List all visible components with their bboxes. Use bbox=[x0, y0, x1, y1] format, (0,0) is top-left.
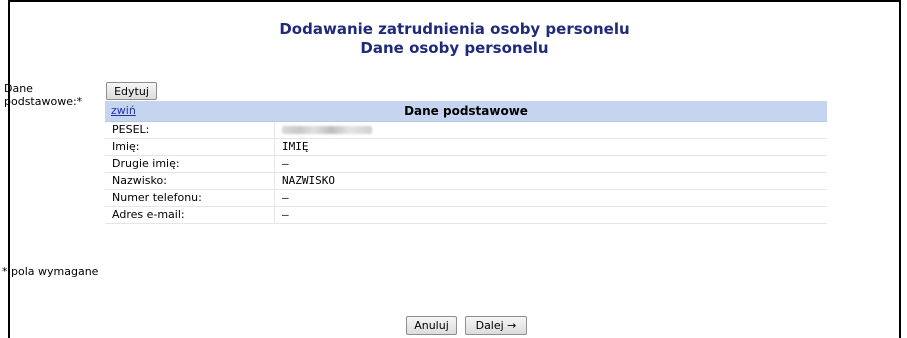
row-value: – bbox=[274, 206, 827, 224]
row-label: Drugie imię: bbox=[105, 155, 275, 173]
table-row-pesel: PESEL: bbox=[105, 122, 827, 139]
basic-data-field-label: Dane podstawowe:* bbox=[4, 82, 83, 108]
table-row-first-name: Imię: IMIĘ bbox=[105, 138, 827, 156]
page-title-line-1: Dodawanie zatrudnienia osoby personelu bbox=[279, 20, 630, 38]
basic-data-table: PESEL: Imię: IMIĘ Drugie imię: – Nazwisk… bbox=[105, 122, 827, 224]
row-label: Nazwisko: bbox=[105, 172, 275, 190]
panel-title: Dane podstawowe bbox=[404, 104, 528, 118]
row-value: IMIĘ bbox=[274, 138, 827, 156]
cancel-button[interactable]: Anuluj bbox=[406, 316, 457, 335]
row-value: NAZWISKO bbox=[274, 172, 827, 190]
basic-data-panel: zwiń Dane podstawowe PESEL: Imię: IMIĘ D… bbox=[105, 101, 827, 224]
row-value: – bbox=[274, 155, 827, 173]
table-row-middle-name: Drugie imię: – bbox=[105, 155, 827, 173]
redacted-value bbox=[282, 126, 372, 134]
page-title-line-2: Dane osoby personelu bbox=[360, 39, 549, 57]
required-fields-note: * pola wymagane bbox=[2, 265, 99, 278]
row-value: – bbox=[274, 189, 827, 207]
pesel-value-redacted bbox=[274, 122, 827, 139]
row-label: Imię: bbox=[105, 138, 275, 156]
table-row-last-name: Nazwisko: NAZWISKO bbox=[105, 172, 827, 190]
table-row-phone: Numer telefonu: – bbox=[105, 189, 827, 207]
edit-button[interactable]: Edytuj bbox=[106, 82, 157, 100]
row-label: Numer telefonu: bbox=[105, 189, 275, 207]
panel-header: zwiń Dane podstawowe bbox=[105, 101, 827, 122]
next-button[interactable]: Dalej → bbox=[465, 316, 527, 335]
page-title: Dodawanie zatrudnienia osoby personelu D… bbox=[10, 20, 899, 58]
row-label: PESEL: bbox=[105, 122, 275, 139]
row-label: Adres e-mail: bbox=[105, 206, 275, 224]
table-row-email: Adres e-mail: – bbox=[105, 206, 827, 224]
